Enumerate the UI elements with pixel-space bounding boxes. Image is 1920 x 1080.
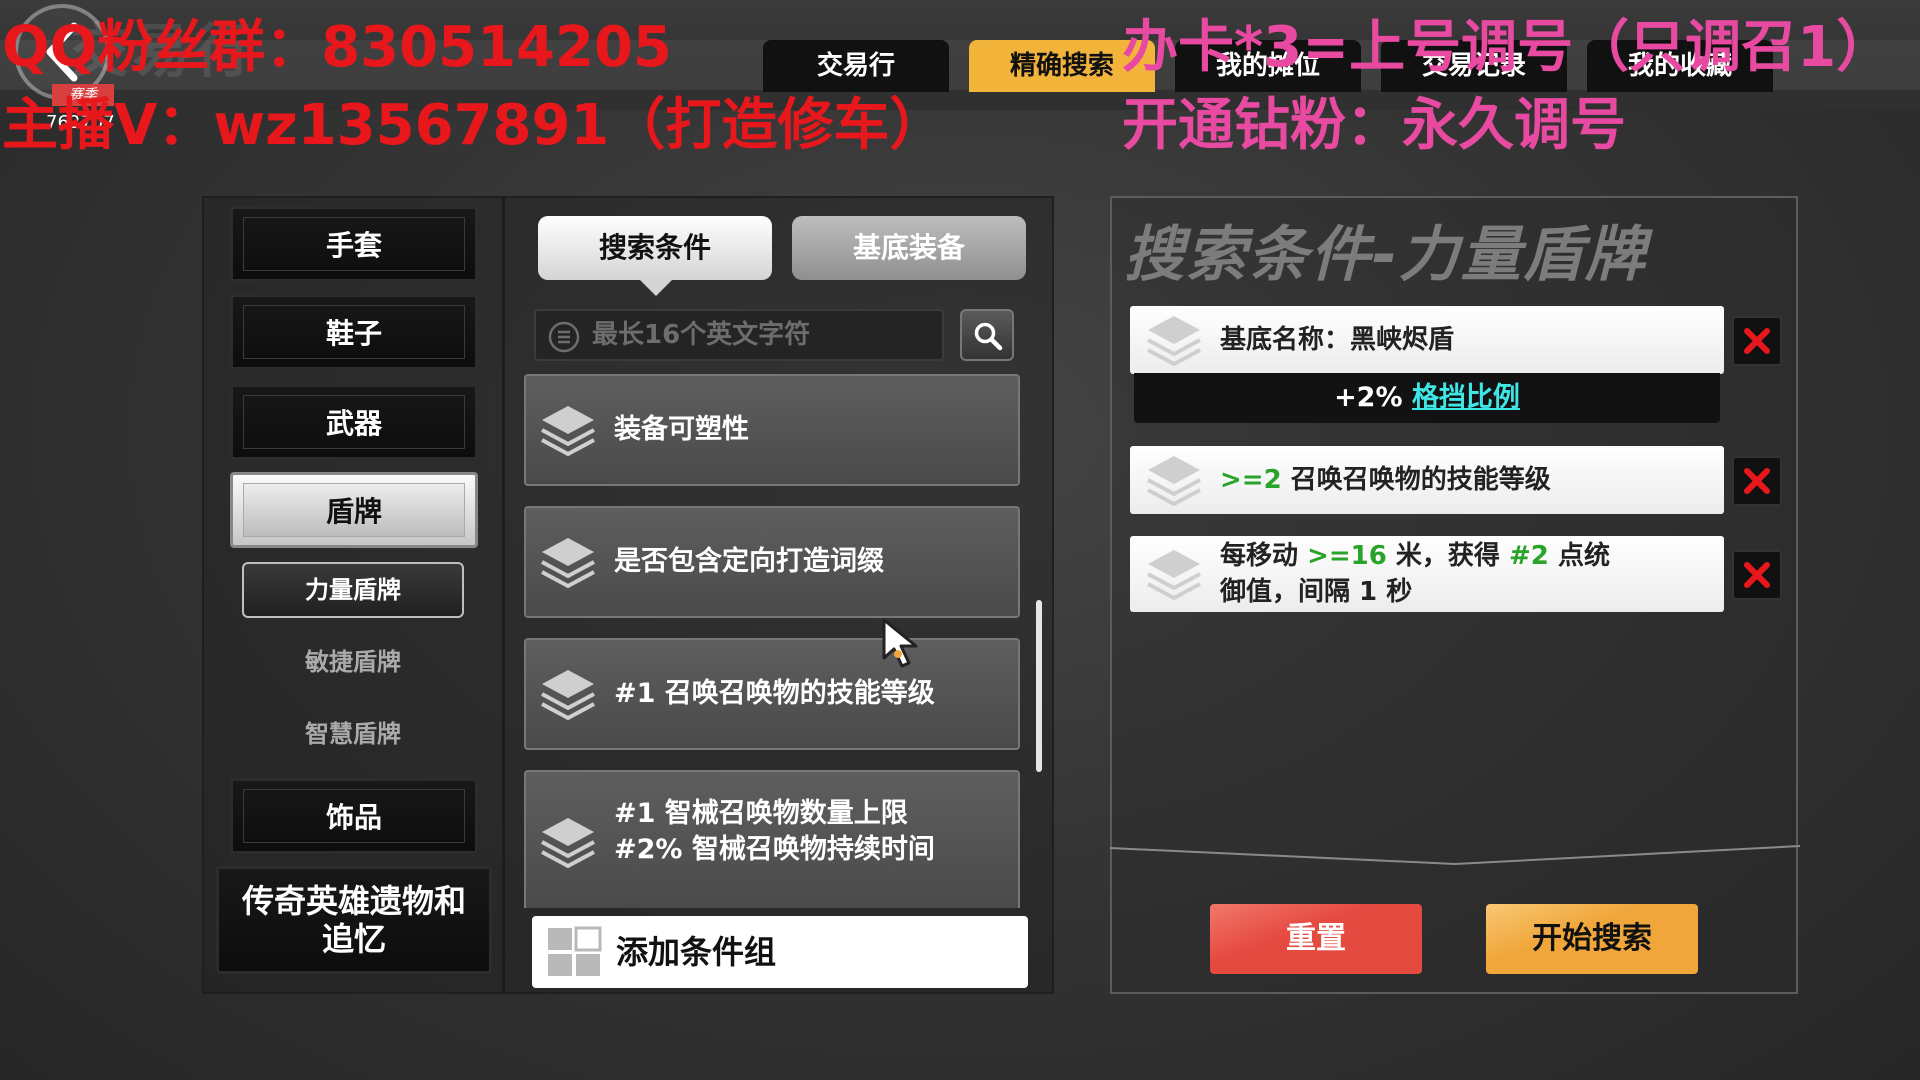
active-tab-pointer — [640, 280, 672, 296]
tab-base-equipment[interactable]: 基底装备 — [792, 216, 1026, 280]
mouse-cursor-icon — [882, 618, 918, 668]
condition-option[interactable]: 是否包含定向打造词缀 — [524, 506, 1020, 618]
affix-link[interactable]: 格挡比例 — [1412, 382, 1520, 413]
search-button[interactable] — [960, 309, 1014, 361]
category-accessory[interactable]: 饰品 — [230, 778, 478, 854]
category-shoes[interactable]: 鞋子 — [230, 294, 478, 370]
list-icon — [548, 321, 580, 353]
condition-label: 御值，间隔 1 秒 — [1220, 577, 1413, 607]
add-condition-group-label: 添加条件组 — [616, 933, 777, 971]
affix-value: +2% — [1334, 382, 1403, 413]
category-legendary-relics[interactable]: 传奇英雄遗物和追忆 — [216, 866, 492, 974]
layers-icon — [1147, 456, 1201, 507]
condition-label: 米，获得 — [1395, 541, 1500, 571]
search-input[interactable] — [592, 311, 932, 359]
watermark-text: QQ粉丝群：830514205 — [2, 15, 672, 80]
search-box — [534, 309, 944, 361]
category-label: 饰品 — [243, 789, 465, 843]
condition-card[interactable]: >=2 召唤召唤物的技能等级 — [1130, 446, 1724, 514]
condition-option[interactable]: #1 召唤召唤物的技能等级 — [524, 638, 1020, 750]
subcategory-agility-shield[interactable]: 敏捷盾牌 — [242, 634, 464, 690]
condition-card-text: 每移动 >=16 米，获得 #2 点统 御值，间隔 1 秒 — [1220, 538, 1716, 610]
condition-list-scrollbar[interactable] — [1036, 600, 1042, 772]
delete-condition-button[interactable] — [1732, 550, 1782, 600]
delete-condition-button[interactable] — [1732, 456, 1782, 506]
layers-icon — [1147, 316, 1201, 367]
condition-text: 是否包含定向打造词缀 — [614, 546, 884, 577]
condition-text: #1 智械召唤物数量上限 — [614, 798, 908, 829]
close-icon — [1744, 328, 1770, 354]
subcategory-strength-shield[interactable]: 力量盾牌 — [242, 562, 464, 618]
category-label: 武器 — [243, 395, 465, 449]
search-icon — [974, 322, 1003, 351]
condition-label: 召唤召唤物的技能等级 — [1290, 465, 1551, 495]
category-shield[interactable]: 盾牌 — [230, 472, 478, 548]
tab-search-conditions[interactable]: 搜索条件 — [538, 216, 772, 280]
condition-text: 装备可塑性 — [614, 414, 749, 445]
condition-label: 点统 — [1557, 541, 1610, 571]
watermark-text: 开通钻粉：永久调号 — [1122, 93, 1626, 158]
category-gloves[interactable]: 手套 — [230, 206, 478, 282]
condition-card-text: >=2 召唤召唤物的技能等级 — [1220, 462, 1716, 498]
condition-value: #2 — [1508, 541, 1549, 571]
layers-icon — [541, 670, 595, 721]
condition-option[interactable]: 装备可塑性 — [524, 374, 1020, 486]
delete-base-button[interactable] — [1732, 316, 1782, 366]
layers-icon — [1147, 550, 1201, 601]
base-affix-bar: +2% 格挡比例 — [1134, 373, 1720, 423]
condition-list: 装备可塑性 是否包含定向打造词缀 #1 召唤召唤物的技能等级 #1 智械召唤物数… — [524, 374, 1026, 908]
category-weapon[interactable]: 武器 — [230, 384, 478, 460]
start-search-button[interactable]: 开始搜索 — [1486, 904, 1698, 974]
grid-plus-icon — [548, 926, 602, 976]
base-name-label: 基底名称：黑峡烬盾 — [1220, 325, 1455, 355]
reset-button[interactable]: 重置 — [1210, 904, 1422, 974]
condition-value: >=2 — [1220, 465, 1282, 495]
subcategory-wisdom-shield[interactable]: 智慧盾牌 — [242, 706, 464, 762]
condition-label: 每移动 — [1220, 541, 1299, 571]
category-label: 手套 — [243, 217, 465, 271]
condition-option[interactable]: #1 智械召唤物数量上限 #2% 智械召唤物持续时间 — [524, 770, 1020, 908]
condition-card[interactable]: 每移动 >=16 米，获得 #2 点统 御值，间隔 1 秒 — [1130, 536, 1724, 612]
category-label: 盾牌 — [243, 483, 465, 537]
close-icon — [1744, 562, 1770, 588]
panel-divider — [1110, 845, 1800, 866]
conditions-title: 搜索条件-力量盾牌 — [1124, 220, 1647, 290]
layers-icon — [541, 818, 595, 869]
close-icon — [1744, 468, 1770, 494]
add-condition-group-button[interactable]: 添加条件组 — [532, 916, 1028, 988]
watermark-text: 主播V：wz13567891（打造修车） — [2, 93, 946, 158]
layers-icon — [541, 406, 595, 457]
category-label: 鞋子 — [243, 305, 465, 359]
base-name-card[interactable]: 基底名称：黑峡烬盾 — [1130, 306, 1724, 374]
category-label: 传奇英雄遗物和追忆 — [241, 882, 466, 958]
condition-text: #2% 智械召唤物持续时间 — [614, 834, 935, 865]
condition-value: >=16 — [1307, 541, 1387, 571]
watermark-text: 办卡*3=上号调号（只调召1） — [1122, 15, 1893, 80]
layers-icon — [541, 538, 595, 589]
condition-text: #1 召唤召唤物的技能等级 — [614, 678, 935, 709]
